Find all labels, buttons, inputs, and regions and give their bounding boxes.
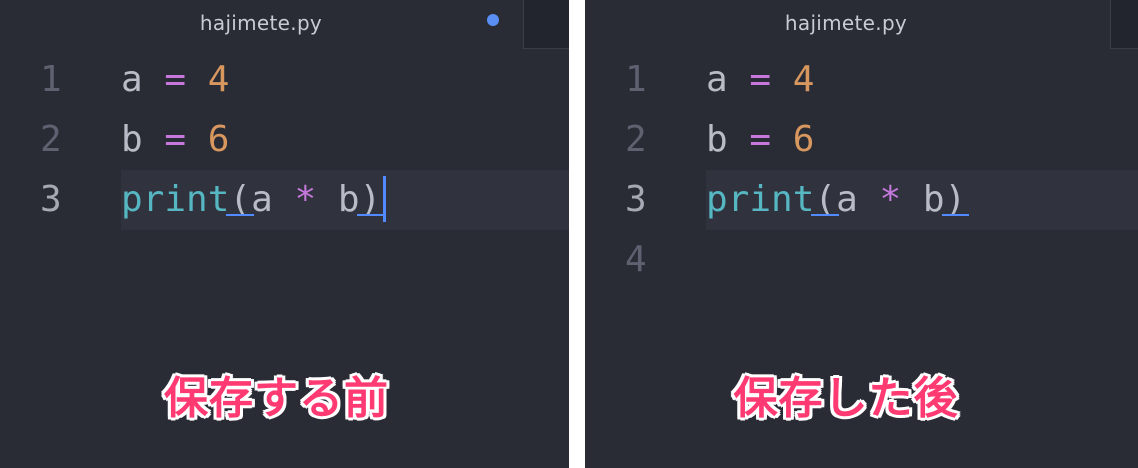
code-line-3-active[interactable]: 3 print(a * b) <box>585 170 1138 230</box>
tab-hajimete-py[interactable]: hajimete.py <box>0 0 522 46</box>
code-line-2[interactable]: 2 b = 6 <box>585 110 1138 170</box>
tab-bar: hajimete.py <box>0 0 569 49</box>
caption-before-save: 保存する前 <box>164 373 389 424</box>
tab-hajimete-py[interactable]: hajimete.py <box>585 0 1107 46</box>
open-paren-token: ( <box>229 179 252 220</box>
next-tab-edge[interactable] <box>1110 0 1138 49</box>
operator-token: = <box>749 119 772 160</box>
tab-title: hajimete.py <box>199 11 323 35</box>
code-text: a = 4 <box>121 50 229 110</box>
code-text: print(a * b) <box>706 170 966 230</box>
variable-token: a <box>251 179 273 220</box>
variable-token: b <box>706 119 728 160</box>
code-text: b = 6 <box>121 110 229 170</box>
tab-bar: hajimete.py <box>585 0 1138 49</box>
variable-token: a <box>706 59 728 100</box>
text-cursor <box>383 176 387 222</box>
operator-token: * <box>294 179 317 220</box>
next-tab-edge[interactable] <box>523 0 569 49</box>
number-token: 4 <box>207 59 230 100</box>
code-line-2[interactable]: 2 b = 6 <box>0 110 569 170</box>
line-number: 2 <box>625 119 647 160</box>
code-text: b = 6 <box>706 110 814 170</box>
line-number: 2 <box>40 119 62 160</box>
code-line-1[interactable]: 1 a = 4 <box>0 50 569 110</box>
tab-title: hajimete.py <box>784 11 908 35</box>
caption-after-save: 保存した後 <box>733 373 959 424</box>
line-number: 3 <box>40 179 62 220</box>
variable-token: b <box>121 119 143 160</box>
line-number: 1 <box>40 59 62 100</box>
line-number: 3 <box>625 179 647 220</box>
editor-before-save: hajimete.py 1 a = 4 2 b = 6 3 print(a * … <box>0 0 569 468</box>
line-number: 1 <box>625 59 647 100</box>
editor-after-save: hajimete.py 1 a = 4 2 b = 6 3 print(a * … <box>585 0 1138 468</box>
number-token: 4 <box>792 59 815 100</box>
code-line-3-active[interactable]: 3 print(a * b) <box>0 170 569 230</box>
operator-token: = <box>164 119 187 160</box>
function-token: print <box>121 179 230 220</box>
code-text: print(a * b) <box>121 170 387 230</box>
code-line-4[interactable]: 4 <box>585 230 1138 290</box>
variable-token: a <box>836 179 858 220</box>
operator-token: * <box>879 179 902 220</box>
function-token: print <box>706 179 815 220</box>
comparison-stage: hajimete.py 1 a = 4 2 b = 6 3 print(a * … <box>0 0 1138 468</box>
operator-token: = <box>164 59 187 100</box>
modified-dot-icon[interactable] <box>487 14 499 26</box>
close-paren-token: ) <box>944 179 967 220</box>
open-paren-token: ( <box>814 179 837 220</box>
variable-token: a <box>121 59 143 100</box>
code-line-1[interactable]: 1 a = 4 <box>585 50 1138 110</box>
line-number: 4 <box>625 239 647 280</box>
code-text: a = 4 <box>706 50 814 110</box>
number-token: 6 <box>792 119 815 160</box>
close-paren-token: ) <box>359 179 382 220</box>
number-token: 6 <box>207 119 230 160</box>
operator-token: = <box>749 59 772 100</box>
